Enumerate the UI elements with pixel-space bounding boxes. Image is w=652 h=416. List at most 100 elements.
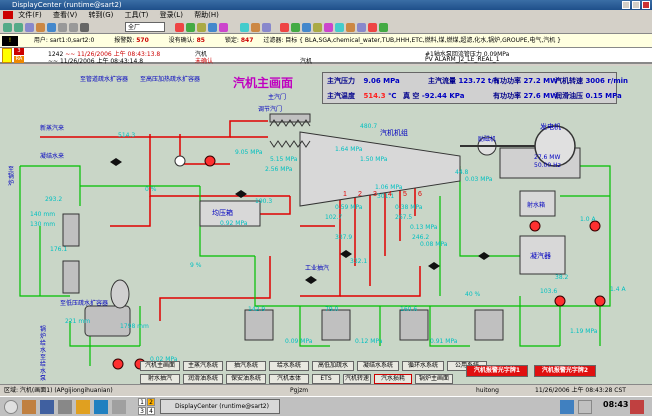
nav-button-ets[interactable]: ETS: [312, 374, 340, 384]
pv-160: 160.6: [400, 306, 418, 313]
nav-button-heater-drain[interactable]: 高低加疏水: [312, 361, 354, 371]
log-icon[interactable]: [346, 23, 355, 32]
lock-icon[interactable]: [313, 23, 322, 32]
filter-icon[interactable]: [302, 23, 311, 32]
lp-heater-2: [321, 309, 351, 341]
to-boiler-label: 至锅炉: [8, 166, 15, 187]
maximize-button[interactable]: [632, 1, 640, 9]
trend-icon[interactable]: [208, 23, 217, 32]
to-lp-drain-label: 至低压疏水扩容器: [60, 300, 109, 307]
user-icon[interactable]: [324, 23, 333, 32]
chart-icon[interactable]: [335, 23, 344, 32]
event-icon[interactable]: [219, 23, 228, 32]
alarm-panel-1-button[interactable]: 汽机报警光字牌1: [466, 365, 528, 377]
home-icon[interactable]: [25, 23, 34, 32]
alarm-date-2: ~~ 11/26/2006 上午 08:43:14.8: [48, 58, 144, 65]
zoom-icon[interactable]: [69, 23, 78, 32]
back-icon[interactable]: [3, 23, 12, 32]
nav-button-turbine-body[interactable]: 汽机本体: [269, 374, 309, 384]
menu-file[interactable]: 文件(F): [18, 11, 42, 19]
nav-button-extraction[interactable]: 抽汽系统: [226, 361, 266, 371]
hp-heater-1: [62, 213, 80, 247]
pv-337: 337.9: [335, 234, 353, 241]
keyboard-icon[interactable]: [578, 400, 592, 414]
nav-button-main-steam[interactable]: 主蒸汽系统: [183, 361, 223, 371]
deaerator-dome: [110, 279, 130, 309]
alarm-row-2[interactable]: ~~ 11/26/2006 上午 08:43:14.8: [48, 56, 143, 65]
settings-taskbar-icon[interactable]: [58, 400, 72, 414]
terminal-icon[interactable]: [94, 400, 108, 414]
settings-icon[interactable]: [262, 23, 271, 32]
window-title: DisplayCenter (runtime@sart2): [12, 1, 122, 9]
exciter-label: 励磁机: [478, 136, 497, 143]
alarm-panel-2-button[interactable]: 汽机报警光字牌2: [534, 365, 596, 377]
alarm-list[interactable]: 3 RA 1242 ~~ 11/26/2006 上午 08:43:13.8 汽机…: [0, 48, 652, 65]
nav-button-safety-oil[interactable]: 保安油系统: [226, 374, 266, 384]
forward-icon[interactable]: [14, 23, 23, 32]
workspace-4[interactable]: 4: [147, 407, 155, 415]
vacuum-value: -92.44 KPa: [421, 92, 465, 100]
area-select[interactable]: 全厂: [125, 22, 165, 32]
ack-icon[interactable]: [186, 23, 195, 32]
close-button[interactable]: [642, 1, 650, 9]
lp-heater-3: [399, 309, 429, 341]
nav-button-water-loss[interactable]: 汽水损耗: [374, 374, 412, 384]
menu-help[interactable]: 帮助(H): [194, 11, 219, 19]
taskbar: 1 2 3 4 DisplayCenter (runtime@sart2) 08…: [0, 396, 652, 416]
print-icon[interactable]: [36, 23, 45, 32]
nav-button-turbine-main[interactable]: 汽机主画面: [140, 361, 180, 371]
menu-view[interactable]: 查看(V): [53, 11, 77, 19]
printer-icon[interactable]: [112, 400, 126, 414]
window-icon[interactable]: [58, 23, 67, 32]
silence-icon[interactable]: [197, 23, 206, 32]
pv-142: 142.9: [248, 306, 266, 313]
turbine-label: 汽机机组: [380, 129, 408, 137]
menu-tools[interactable]: 工具(T): [125, 11, 149, 19]
unack-label: 报警数:: [114, 37, 135, 44]
vacuum-label: 真 空: [403, 92, 420, 100]
pv-0-08: 0.08 MPa: [420, 241, 448, 248]
active-power-2-value: 27.6 MW: [523, 92, 558, 100]
start-icon[interactable]: [4, 400, 18, 414]
svg-text:6: 6: [418, 191, 422, 198]
workspace-2[interactable]: 2: [147, 398, 155, 406]
grid-icon[interactable]: [80, 23, 89, 32]
report-icon[interactable]: [240, 23, 249, 32]
menu-login[interactable]: 登录(L): [160, 11, 183, 19]
workspace-3[interactable]: 3: [138, 407, 146, 415]
filter-text[interactable]: 目标 { BLA,SGA,chemical_water,TUB,HHH,ETC,…: [285, 37, 561, 44]
nav-button-jet-extraction[interactable]: 射水抽汽: [140, 374, 180, 384]
play-icon[interactable]: [379, 23, 388, 32]
volume-icon[interactable]: [560, 400, 574, 414]
refresh-icon[interactable]: [47, 23, 56, 32]
pv-140mm: 140 mm: [30, 211, 56, 218]
files-icon[interactable]: [22, 400, 36, 414]
nav-button-turbine-speed[interactable]: 汽机转速: [343, 374, 371, 384]
valve-2-icon: [235, 190, 247, 198]
minimize-button[interactable]: [622, 1, 630, 9]
stop-icon[interactable]: [368, 23, 377, 32]
browser-icon[interactable]: [40, 400, 54, 414]
nav-button-feedwater[interactable]: 给水系统: [269, 361, 309, 371]
generator-mw: 27.6 MW: [534, 154, 561, 161]
pv-5-15: 5.15 MPa: [270, 156, 298, 163]
menu-go[interactable]: 转到(G): [88, 11, 113, 19]
logout-icon[interactable]: [630, 400, 644, 414]
pv-1-64: 1.64 MPa: [335, 146, 363, 153]
check-icon[interactable]: [291, 23, 300, 32]
workspace-1[interactable]: 1: [138, 398, 146, 406]
alarm-icon[interactable]: [175, 23, 184, 32]
alarm-summary-bar: ! 用户: sart1:0,sart2:0 报警数: 570 没有确认: 85 …: [0, 34, 652, 48]
nav-button-condensate[interactable]: 凝结水系统: [357, 361, 399, 371]
nav-button-lube-oil[interactable]: 润滑油系统: [183, 374, 223, 384]
pct-0: 0 %: [145, 186, 157, 193]
bell-icon[interactable]: [280, 23, 289, 32]
nav-button-boiler-main[interactable]: 锅炉主画面: [415, 374, 453, 384]
tools-icon[interactable]: [357, 23, 366, 32]
mail-icon[interactable]: [76, 400, 90, 414]
pv-130mm: 130 mm: [30, 221, 56, 228]
nav-button-circulating[interactable]: 循环水系统: [402, 361, 444, 371]
alarm-ra-badge: RA: [14, 56, 24, 63]
taskbar-app-button[interactable]: DisplayCenter (runtime@sart2): [160, 399, 280, 414]
export-icon[interactable]: [251, 23, 260, 32]
